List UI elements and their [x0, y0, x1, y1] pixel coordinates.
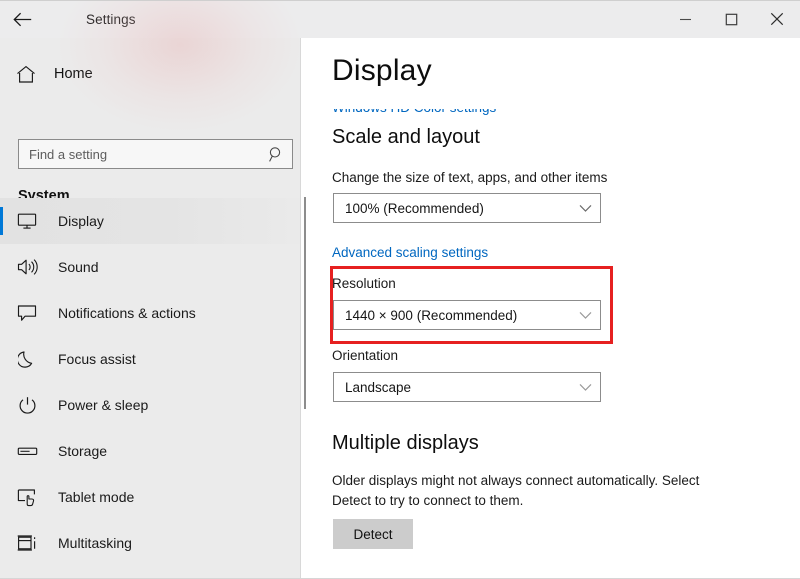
search-icon[interactable]	[263, 140, 289, 168]
orientation-dropdown[interactable]: Landscape	[333, 372, 601, 402]
sidebar-item-focus-assist[interactable]: Focus assist	[0, 336, 300, 382]
sidebar-item-storage[interactable]: Storage	[0, 428, 300, 474]
scale-dropdown[interactable]: 100% (Recommended)	[333, 193, 601, 223]
resolution-dropdown-value: 1440 × 900 (Recommended)	[334, 308, 517, 323]
close-button[interactable]	[754, 0, 800, 38]
main-content: Display Windows HD Color settings Scale …	[310, 38, 800, 579]
power-icon	[14, 392, 40, 418]
drive-icon	[14, 438, 40, 464]
window-top-border	[0, 0, 800, 1]
notification-icon	[14, 300, 40, 326]
home-label: Home	[54, 66, 93, 82]
sidebar-item-notifications[interactable]: Notifications & actions	[0, 290, 300, 336]
sidebar-item-label: Sound	[58, 259, 98, 275]
detect-button[interactable]: Detect	[333, 519, 413, 549]
minimize-button[interactable]	[662, 0, 708, 38]
window-controls	[662, 0, 800, 38]
multiple-displays-description-line1: Older displays might not always connect …	[332, 471, 699, 491]
moon-icon	[14, 346, 40, 372]
back-arrow-icon[interactable]	[0, 0, 44, 38]
advanced-scaling-link[interactable]: Advanced scaling settings	[332, 245, 488, 260]
title-bar: Settings	[0, 0, 800, 38]
sidebar-item-label: Power & sleep	[58, 397, 148, 413]
sidebar: Home System	[0, 38, 300, 579]
hd-color-settings-link[interactable]: Windows HD Color settings	[332, 109, 532, 121]
sidebar-item-label: Storage	[58, 443, 107, 459]
maximize-button[interactable]	[708, 0, 754, 38]
sidebar-nav-list: Display Sound	[0, 198, 300, 566]
sidebar-item-power-sleep[interactable]: Power & sleep	[0, 382, 300, 428]
chevron-down-icon	[570, 373, 600, 401]
scale-dropdown-value: 100% (Recommended)	[334, 201, 484, 216]
chevron-down-icon	[570, 194, 600, 222]
hd-color-settings-label: Windows HD Color settings	[332, 109, 532, 115]
orientation-label: Orientation	[332, 348, 398, 363]
search-box[interactable]	[18, 139, 293, 169]
sidebar-item-home[interactable]: Home	[0, 55, 300, 93]
chevron-down-icon	[570, 301, 600, 329]
sidebar-item-label: Tablet mode	[58, 489, 134, 505]
scale-description: Change the size of text, apps, and other…	[332, 168, 607, 188]
sidebar-item-display[interactable]: Display	[0, 198, 300, 244]
multiple-displays-description-line2: Detect to try to connect to them.	[332, 491, 523, 511]
home-icon	[15, 63, 37, 85]
search-input[interactable]	[19, 141, 263, 167]
sidebar-item-tablet-mode[interactable]: Tablet mode	[0, 474, 300, 520]
scale-and-layout-heading: Scale and layout	[332, 126, 480, 149]
sidebar-item-label: Multitasking	[58, 535, 132, 551]
sidebar-item-label: Notifications & actions	[58, 305, 196, 321]
resolution-label: Resolution	[332, 276, 396, 291]
title-bar-left: Settings	[0, 0, 136, 38]
settings-window: Settings	[0, 0, 800, 579]
sidebar-item-label: Focus assist	[58, 351, 136, 367]
scrollbar-thumb[interactable]	[304, 197, 306, 409]
multitasking-icon	[14, 530, 40, 556]
multiple-displays-heading: Multiple displays	[332, 432, 479, 455]
page-title: Display	[332, 54, 432, 88]
sidebar-item-multitasking[interactable]: Multitasking	[0, 520, 300, 566]
orientation-dropdown-value: Landscape	[334, 380, 411, 395]
sidebar-item-label: Display	[58, 213, 104, 229]
monitor-icon	[14, 208, 40, 234]
sidebar-content-divider	[300, 38, 301, 579]
app-title: Settings	[86, 12, 136, 27]
tablet-icon	[14, 484, 40, 510]
speaker-icon	[14, 254, 40, 280]
sidebar-item-sound[interactable]: Sound	[0, 244, 300, 290]
resolution-dropdown[interactable]: 1440 × 900 (Recommended)	[333, 300, 601, 330]
selection-accent-bar	[0, 207, 3, 235]
